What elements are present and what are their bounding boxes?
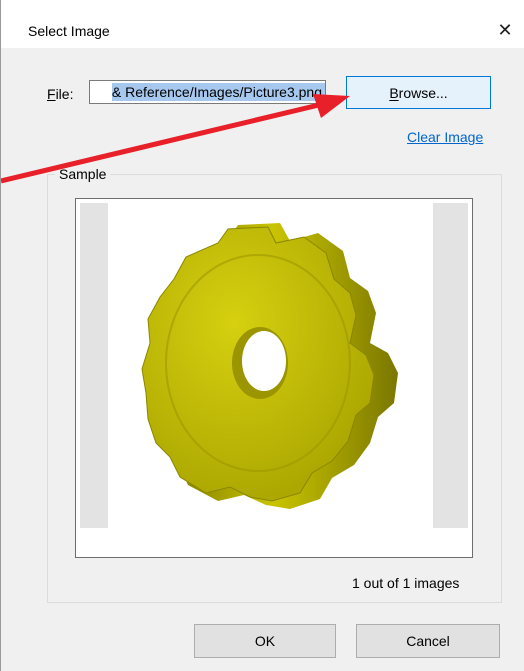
close-button[interactable]: ✕	[485, 12, 524, 48]
file-path-value: & Reference/Images/Picture3.png	[111, 83, 325, 101]
select-image-dialog: Select Image ✕ File: & Reference/Images/…	[0, 0, 524, 671]
preview-margin-left	[80, 203, 108, 528]
browse-button-label: Browse...	[389, 84, 448, 101]
file-label: File:	[47, 86, 74, 102]
gear-part-image	[141, 223, 398, 509]
close-icon: ✕	[497, 19, 513, 40]
sample-preview-frame	[75, 198, 473, 558]
image-count-text: 1 out of 1 images	[352, 575, 460, 591]
cancel-button[interactable]: Cancel	[356, 624, 500, 658]
browse-button[interactable]: Browse...	[346, 76, 491, 109]
sample-image	[108, 203, 431, 528]
clear-image-link[interactable]: Clear Image	[407, 129, 483, 145]
sample-group-label: Sample	[55, 166, 111, 182]
file-path-field[interactable]: & Reference/Images/Picture3.png	[89, 80, 326, 104]
title-bar[interactable]: Select Image ✕	[1, 0, 524, 48]
ok-button[interactable]: OK	[194, 624, 336, 658]
dialog-title: Select Image	[28, 23, 110, 39]
preview-margin-right	[433, 203, 468, 528]
